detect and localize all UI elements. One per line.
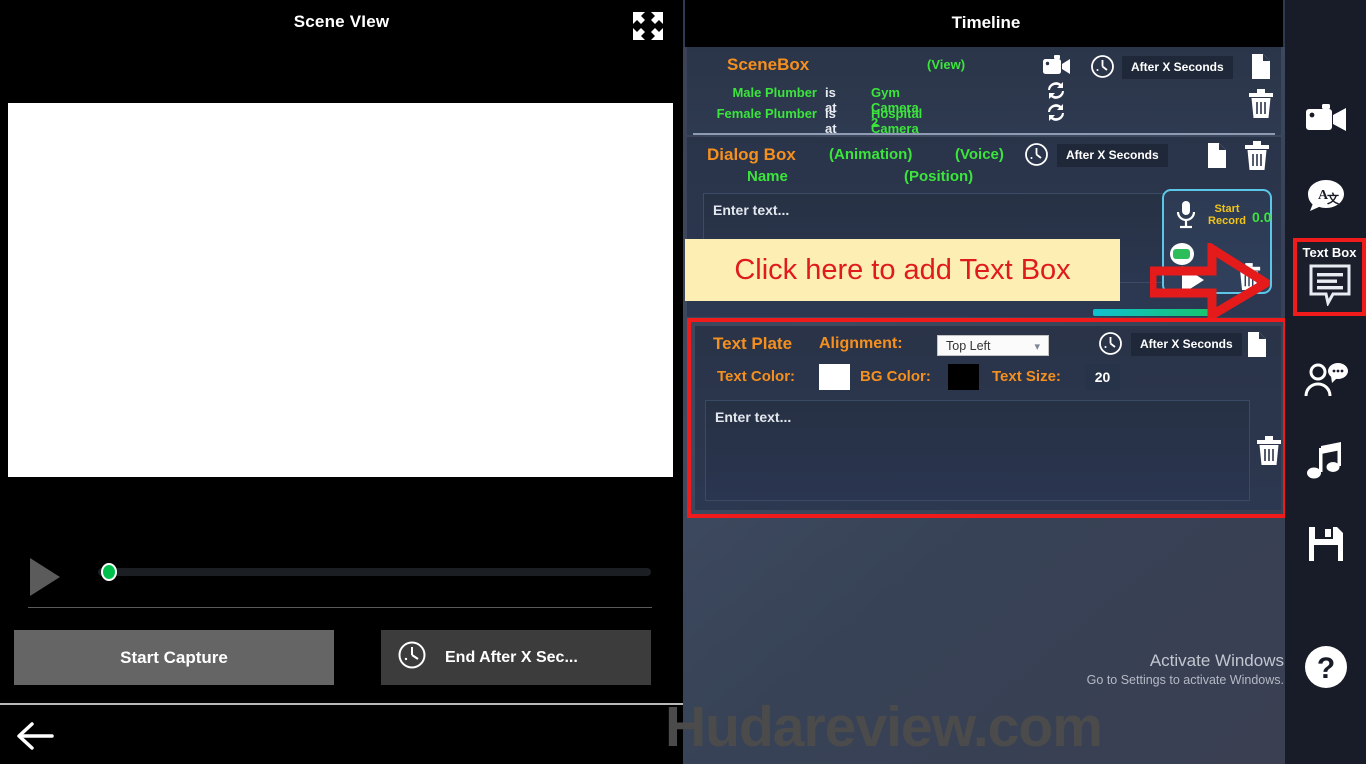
sidebar-item-save[interactable]: [1285, 522, 1366, 570]
after-x-seconds-button[interactable]: After X Seconds: [1057, 144, 1168, 167]
text-size-input[interactable]: 20: [1085, 364, 1120, 390]
text-size-label: Text Size:: [992, 368, 1061, 385]
help-question-icon: ?: [1304, 645, 1348, 694]
dialog-box-title: Dialog Box: [707, 145, 796, 164]
character-dialog-icon: [1303, 362, 1349, 403]
translate-icon: A 文: [1304, 178, 1348, 223]
scene-canvas[interactable]: [8, 103, 673, 477]
after-x-seconds-button[interactable]: After X Seconds: [1131, 333, 1242, 356]
right-sidebar: A 文 ?: [1285, 0, 1366, 764]
divider: [693, 133, 1275, 135]
sidebar-item-translate[interactable]: A 文: [1285, 176, 1366, 224]
svg-text:文: 文: [1327, 191, 1340, 206]
scenebox-title: SceneBox: [727, 55, 810, 74]
start-capture-button[interactable]: Start Capture: [14, 630, 334, 685]
text-color-swatch[interactable]: [819, 364, 850, 390]
activate-windows-subtitle: Go to Settings to activate Windows.: [1086, 673, 1284, 687]
scenebox-card[interactable]: SceneBox (View) Male Plumber is at Gym C…: [687, 47, 1281, 151]
dialog-text-placeholder: Enter text...: [713, 202, 790, 218]
seek-track: [98, 568, 651, 576]
timeline-title: Timeline: [951, 13, 1021, 32]
bg-color-swatch[interactable]: [948, 364, 979, 390]
back-arrow-icon[interactable]: [14, 719, 54, 753]
document-icon[interactable]: [1245, 331, 1269, 363]
scenebox-relation: is at: [825, 106, 837, 136]
end-after-button[interactable]: End After X Sec...: [381, 630, 651, 685]
text-plate-title: Text Plate: [713, 334, 793, 353]
scenebox-character-name: Male Plumber: [732, 85, 817, 100]
clock-icon[interactable]: [1098, 331, 1123, 361]
transport-controls: [0, 540, 683, 610]
site-watermark: Hudareview.com: [665, 695, 1103, 759]
divider: [28, 607, 652, 608]
dialog-box-animation-label[interactable]: (Animation): [829, 146, 912, 163]
record-time: 0.0: [1252, 209, 1272, 225]
right-arrow-icon: [1147, 240, 1275, 323]
sidebar-item-camera[interactable]: [1285, 96, 1366, 144]
timeline-panel: Timeline SceneBox (View) Male Plumber is…: [683, 0, 1287, 764]
text-plate-text-input[interactable]: Enter text...: [705, 400, 1250, 501]
expand-icon[interactable]: [631, 10, 665, 42]
timeline-header: Timeline: [683, 0, 1285, 47]
callout-tooltip: Click here to add Text Box: [685, 239, 1120, 301]
save-disk-icon: [1307, 525, 1345, 568]
bg-color-label: BG Color:: [860, 368, 931, 385]
sidebar-item-text-box[interactable]: Text Box: [1293, 238, 1366, 316]
dialog-box-voice-label[interactable]: (Voice): [955, 146, 1004, 163]
microphone-icon[interactable]: [1174, 199, 1198, 236]
clock-icon[interactable]: [1024, 142, 1049, 172]
start-record-label: Start Record: [1208, 203, 1246, 227]
sidebar-item-character[interactable]: [1285, 358, 1366, 406]
dialog-box-name-label[interactable]: Name: [747, 168, 788, 185]
sidebar-item-help[interactable]: ?: [1285, 645, 1366, 693]
seek-knob[interactable]: [101, 563, 117, 581]
play-icon[interactable]: [22, 548, 70, 606]
clock-icon: [397, 640, 427, 675]
alignment-label: Alignment:: [819, 335, 903, 352]
end-after-label: End After X Sec...: [445, 648, 578, 666]
sync-icon[interactable]: [1045, 102, 1067, 128]
text-plate-card[interactable]: Text Plate Alignment: Top Left ▾ Text Co…: [695, 326, 1281, 510]
activate-windows-watermark: Activate Windows Go to Settings to activ…: [1074, 651, 1284, 687]
after-x-seconds-button[interactable]: After X Seconds: [1122, 56, 1233, 79]
scene-view-panel: Scene VIew Start Capture End After X Sec…: [0, 0, 683, 764]
chevron-down-icon: ▾: [1034, 341, 1040, 353]
page-title: Scene VIew: [293, 12, 390, 31]
video-camera-icon[interactable]: [1042, 54, 1072, 83]
sidebar-item-music[interactable]: [1285, 440, 1366, 488]
music-note-icon: [1306, 441, 1345, 487]
document-icon[interactable]: [1249, 53, 1273, 85]
text-plate-highlight-box: Text Plate Alignment: Top Left ▾ Text Co…: [687, 318, 1287, 518]
alignment-select[interactable]: Top Left ▾: [937, 335, 1049, 356]
dialog-box-position-label[interactable]: (Position): [904, 168, 973, 185]
text-color-label: Text Color:: [717, 368, 796, 385]
trash-icon[interactable]: [1255, 436, 1283, 471]
trash-icon[interactable]: [1247, 89, 1275, 124]
bottom-bar: [0, 703, 683, 764]
text-box-icon: [1309, 264, 1351, 311]
text-plate-placeholder: Enter text...: [715, 409, 792, 425]
callout-text: Click here to add Text Box: [734, 253, 1071, 286]
document-icon[interactable]: [1205, 142, 1229, 174]
activate-windows-title: Activate Windows: [1149, 651, 1284, 670]
trash-icon[interactable]: [1243, 141, 1271, 176]
seek-slider[interactable]: [98, 562, 651, 582]
scenebox-view-label: (View): [927, 57, 966, 72]
alignment-value: Top Left: [946, 339, 991, 353]
capture-button-row: Start Capture End After X Sec...: [0, 630, 683, 688]
sidebar-item-label: Text Box: [1302, 245, 1357, 260]
video-camera-icon: [1305, 102, 1347, 139]
svg-text:?: ?: [1316, 652, 1334, 685]
scenebox-character-name: Female Plumber: [716, 106, 817, 121]
clock-icon[interactable]: [1090, 54, 1115, 84]
app-root: Scene VIew Start Capture End After X Sec…: [0, 0, 1366, 764]
